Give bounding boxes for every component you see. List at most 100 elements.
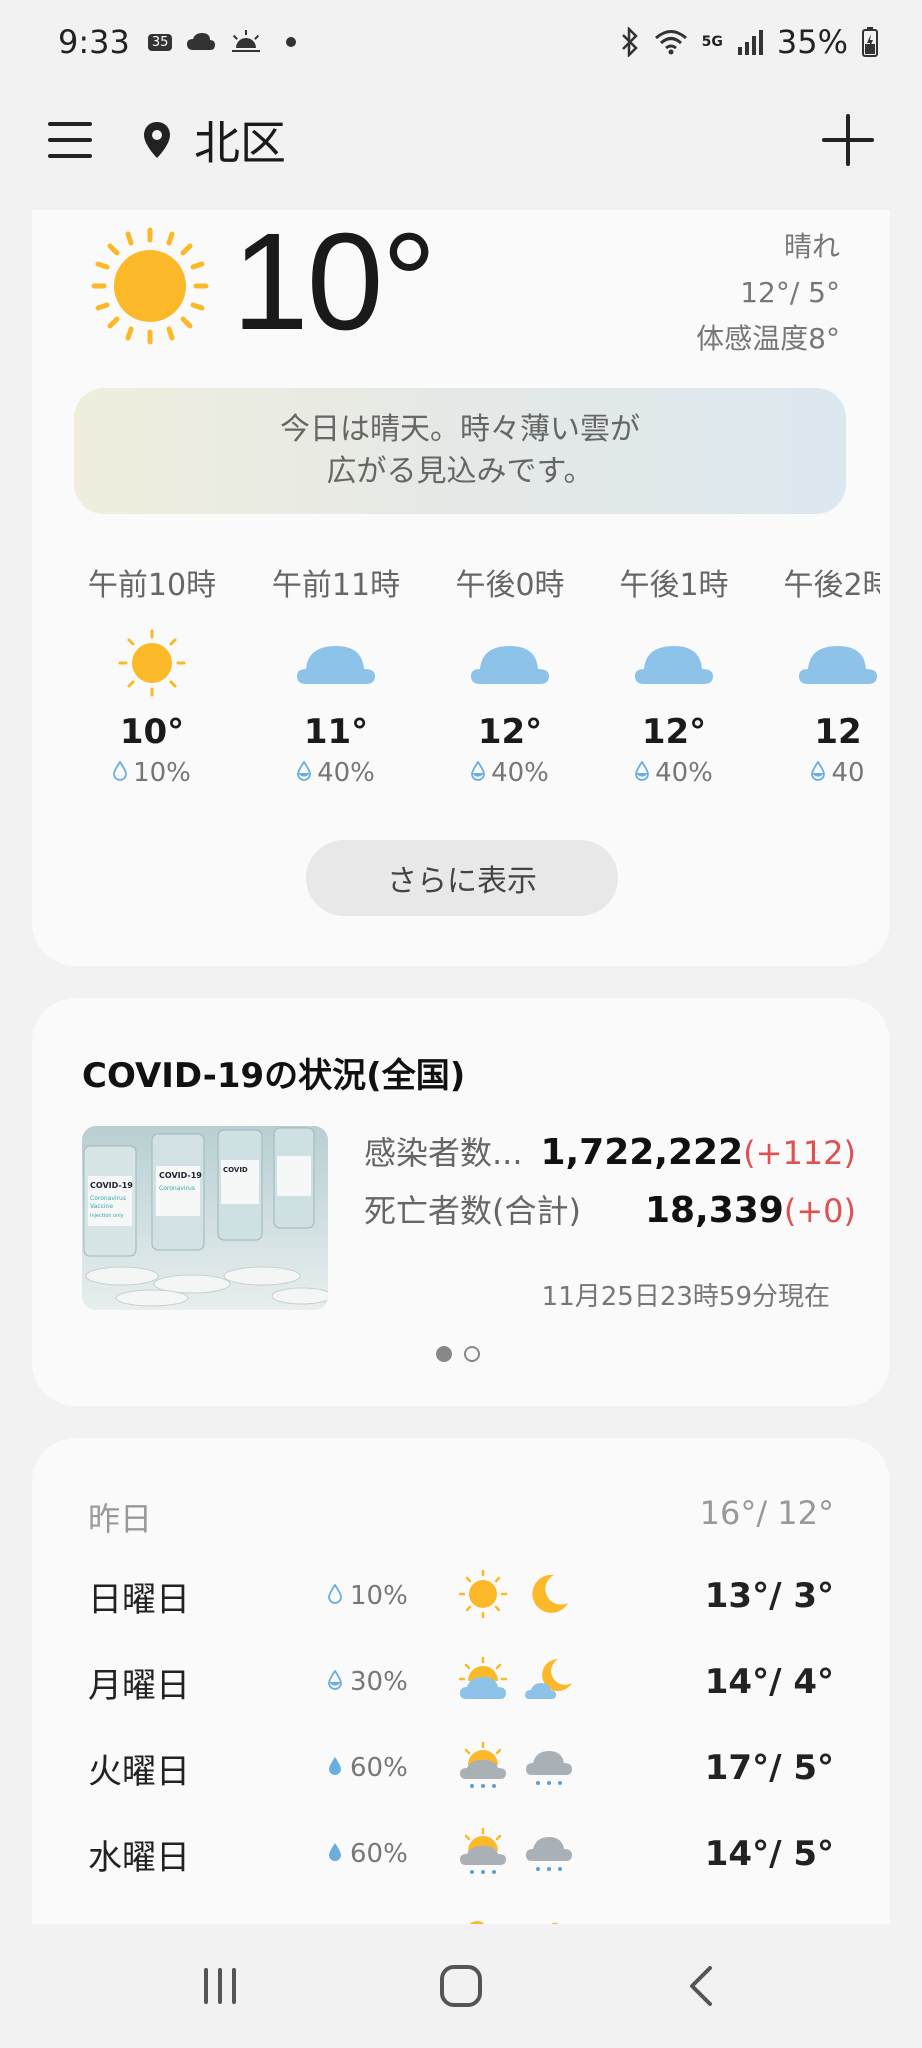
back-button[interactable] bbox=[662, 1946, 742, 2026]
droplet-icon bbox=[297, 758, 311, 788]
rain-chance: 60% bbox=[328, 1839, 448, 1869]
partly-cloudy-icon bbox=[458, 1655, 508, 1709]
signal-icon bbox=[737, 29, 763, 55]
hour-temp: 12° bbox=[477, 712, 543, 752]
hour-rain: 10% bbox=[72, 758, 232, 788]
yesterday-label: 昨日 bbox=[88, 1500, 153, 1538]
day-icons bbox=[458, 1741, 608, 1795]
high-low-temp: 12°/ 5° bbox=[740, 276, 840, 309]
recent-apps-button[interactable] bbox=[180, 1946, 260, 2026]
feels-like: 体感温度8° bbox=[696, 322, 840, 355]
day-label: 火曜日 bbox=[88, 1751, 190, 1792]
cloud-icon bbox=[256, 620, 416, 706]
infected-delta: (+112) bbox=[743, 1134, 856, 1172]
rain-chance: 10% bbox=[328, 1581, 448, 1611]
yesterday-temp: 16°/ 12° bbox=[699, 1494, 834, 1532]
svg-text:Coronavirus: Coronavirus bbox=[90, 1195, 126, 1202]
location-name[interactable]: 北区 bbox=[194, 107, 286, 173]
sun-icon bbox=[90, 226, 210, 350]
show-more-button[interactable]: さらに表示 bbox=[306, 840, 618, 916]
hourly-item: 午前11時 11° 40% bbox=[256, 560, 416, 788]
day-icons bbox=[458, 1655, 608, 1709]
current-weather-card: 10° 晴れ 12°/ 5° 体感温度8° 今日は晴天。時々薄い雲が 広がる見込… bbox=[32, 210, 890, 966]
cloud-icon bbox=[594, 620, 754, 706]
droplet-icon bbox=[328, 1753, 342, 1783]
battery-percent: 35% bbox=[776, 23, 848, 61]
sun-icon bbox=[458, 1569, 508, 1623]
next-row-peek bbox=[462, 1916, 566, 1924]
hour-label: 午後2時 bbox=[783, 568, 880, 603]
vaccine-image: COVID-19 Coronavirus Vaccine Injection o… bbox=[82, 1126, 328, 1310]
summary-line-1: 今日は晴天。時々薄い雲が bbox=[280, 412, 640, 447]
page-indicator[interactable] bbox=[436, 1346, 480, 1362]
covid-title: COVID-19の状況(全国) bbox=[82, 1056, 466, 1096]
svg-text:COVID-19: COVID-19 bbox=[90, 1181, 133, 1190]
bluetooth-icon bbox=[620, 27, 640, 57]
hour-rain: 40% bbox=[430, 758, 590, 788]
yesterday-row: 昨日 16°/ 12° bbox=[88, 1494, 834, 1540]
app-bar: 北区 bbox=[0, 96, 922, 184]
hourly-item: 午後1時 12° 40% bbox=[594, 560, 754, 788]
sun-icon bbox=[462, 1916, 492, 1924]
hour-temp: 12° bbox=[641, 712, 707, 752]
hour-label: 午前11時 bbox=[271, 568, 401, 603]
infected-label: 感染者数... bbox=[364, 1134, 523, 1172]
infected-row: 感染者数... 1,722,222 (+112) bbox=[364, 1128, 856, 1186]
hourly-forecast[interactable]: 午前10時 10° 10% 午前11時 11° 40% 午後0時 12° 40%… bbox=[72, 560, 880, 810]
deaths-value: 18,339 bbox=[644, 1190, 784, 1231]
notification-badge: 35 bbox=[147, 33, 173, 51]
hourly-item: 午後2時 12 40 bbox=[758, 560, 880, 788]
forecast-day-row[interactable]: 日曜日 10% 13°/ 3° bbox=[88, 1566, 834, 1626]
forecast-day-row[interactable]: 火曜日 60% 17°/ 5° bbox=[88, 1738, 834, 1798]
day-temp: 14°/ 5° bbox=[704, 1834, 834, 1874]
cloud-icon bbox=[430, 620, 590, 706]
sun-icon bbox=[72, 620, 232, 706]
sun-rain-icon bbox=[458, 1827, 508, 1881]
hour-label: 午後1時 bbox=[619, 568, 729, 603]
hour-label: 午後0時 bbox=[455, 568, 565, 603]
condition-box: 晴れ 12°/ 5° 体感温度8° bbox=[696, 224, 840, 362]
add-location-button[interactable] bbox=[822, 114, 874, 166]
svg-text:COVID-19: COVID-19 bbox=[159, 1171, 202, 1180]
day-label: 水曜日 bbox=[88, 1837, 190, 1878]
droplet-icon bbox=[113, 758, 127, 788]
network-type: 5G bbox=[701, 34, 723, 50]
home-button[interactable] bbox=[421, 1946, 501, 2026]
cloudy-night-icon bbox=[524, 1655, 574, 1709]
sunrise-status-icon bbox=[230, 30, 262, 54]
covid-timestamp: 11月25日23時59分現在 bbox=[541, 1282, 830, 1312]
svg-text:Vaccine: Vaccine bbox=[90, 1203, 113, 1210]
deaths-label: 死亡者数(合計) bbox=[364, 1192, 581, 1230]
hour-temp: 10° bbox=[119, 712, 185, 752]
page-dot-active[interactable] bbox=[436, 1346, 452, 1362]
hour-rain: 40 bbox=[758, 758, 880, 788]
covid-stats: 感染者数... 1,722,222 (+112) 死亡者数(合計) 18,339… bbox=[364, 1128, 856, 1244]
notification-dot bbox=[286, 37, 297, 47]
battery-charging-icon bbox=[862, 27, 878, 57]
hourly-item: 午前10時 10° 10% bbox=[72, 560, 232, 788]
forecast-day-row[interactable]: 月曜日 30% 14°/ 4° bbox=[88, 1652, 834, 1712]
rain-cloud-icon bbox=[524, 1827, 574, 1881]
rain-cloud-icon bbox=[524, 1741, 574, 1795]
hour-rain: 40% bbox=[256, 758, 416, 788]
svg-text:Injection only: Injection only bbox=[90, 1213, 124, 1219]
page-dot[interactable] bbox=[464, 1346, 480, 1362]
day-temp: 17°/ 5° bbox=[704, 1748, 834, 1788]
wifi-icon bbox=[654, 28, 688, 56]
covid-card[interactable]: COVID-19の状況(全国) COVID-19 Coronavirus Vac… bbox=[32, 998, 890, 1406]
deaths-row: 死亡者数(合計) 18,339 (+0) bbox=[364, 1186, 856, 1244]
navigation-bar bbox=[0, 1924, 922, 2048]
day-label: 日曜日 bbox=[88, 1579, 190, 1620]
droplet-icon bbox=[328, 1839, 342, 1869]
summary-line-2: 広がる見込みです。 bbox=[326, 454, 594, 489]
current-temperature: 10° bbox=[232, 205, 437, 359]
forecast-day-row[interactable]: 水曜日 60% 14°/ 5° bbox=[88, 1824, 834, 1884]
day-temp: 14°/ 4° bbox=[704, 1662, 834, 1702]
menu-button[interactable] bbox=[48, 118, 92, 162]
hourly-item: 午後0時 12° 40% bbox=[430, 560, 590, 788]
moon-icon bbox=[536, 1916, 566, 1924]
droplet-icon bbox=[328, 1581, 342, 1611]
rain-chance: 30% bbox=[328, 1667, 448, 1697]
day-icons bbox=[458, 1569, 608, 1623]
droplet-icon bbox=[328, 1667, 342, 1697]
